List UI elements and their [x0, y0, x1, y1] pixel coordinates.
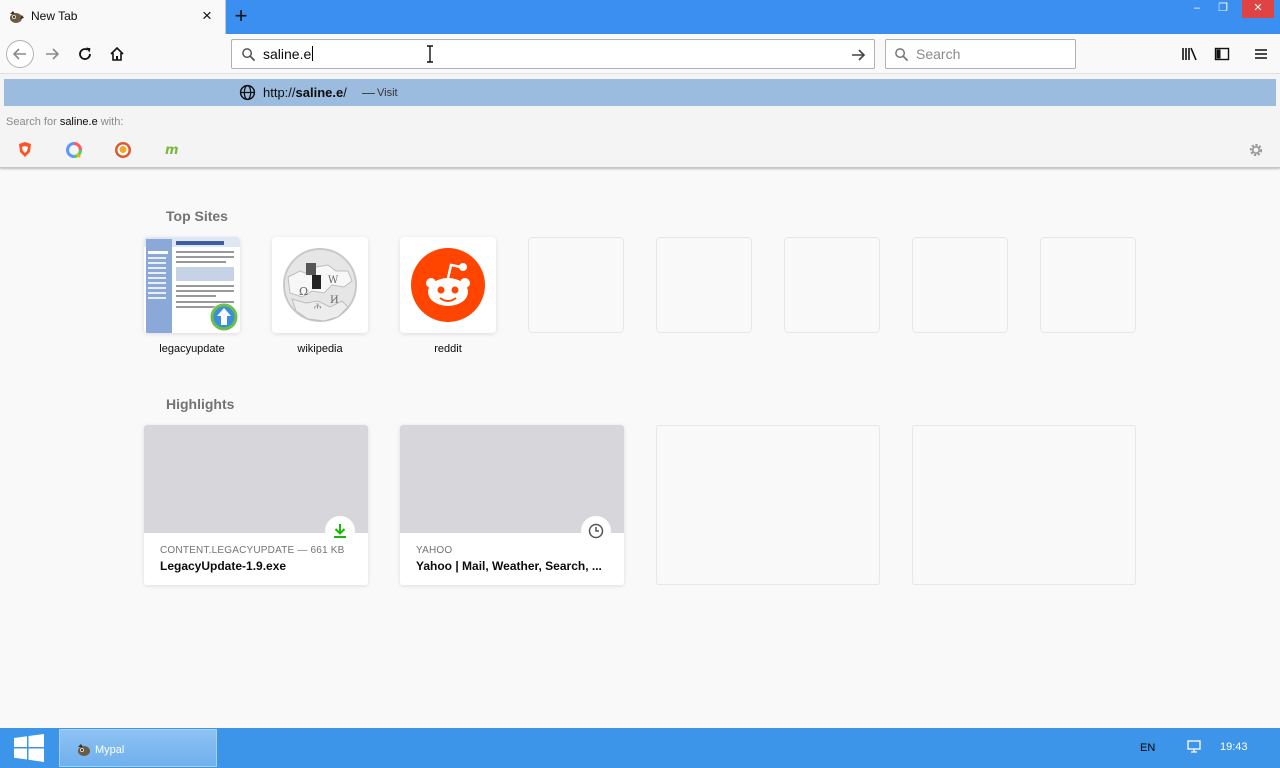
mypal-favicon-icon [10, 11, 24, 23]
maximize-button[interactable]: ❐ [1210, 0, 1236, 18]
svg-text:И: И [330, 295, 339, 306]
highlight-card[interactable]: CONTENT.LEGACYUPDATE — 661 KB LegacyUpda… [144, 425, 368, 585]
empty-highlight-slot [912, 425, 1136, 585]
library-button[interactable] [1176, 40, 1204, 68]
wikipedia-globe-icon: Ω W И ሕ [272, 237, 368, 333]
empty-top-site-slot [528, 237, 624, 333]
text-cursor-icon [427, 45, 433, 63]
language-indicator[interactable]: EN [1140, 742, 1155, 754]
network-icon[interactable] [1186, 740, 1202, 754]
legacyupdate-screenshot-icon [144, 237, 240, 333]
history-clock-icon [588, 523, 604, 539]
search-icon [895, 48, 909, 62]
url-bar[interactable]: saline.e [231, 39, 875, 69]
mojeek-search-engine-icon[interactable]: m [163, 141, 181, 159]
search-bar[interactable] [885, 39, 1076, 69]
globe-icon [239, 84, 256, 101]
empty-highlight-slot [656, 425, 880, 585]
taskbar-app-mypal[interactable]: Mypal [59, 729, 217, 767]
top-site-tile[interactable] [400, 237, 496, 333]
close-window-button[interactable]: ✕ [1242, 0, 1274, 18]
new-tab-button[interactable]: + [230, 5, 252, 28]
highlight-card[interactable]: YAHOO Yahoo | Mail, Weather, Search, ... [400, 425, 624, 585]
reload-icon [79, 47, 91, 60]
suggestion-action: Visit [377, 87, 398, 99]
system-clock[interactable]: 19:43 [1220, 741, 1248, 753]
empty-top-site-slot [912, 237, 1008, 333]
tab-close-icon[interactable]: × [199, 7, 215, 24]
svg-text:m: m [165, 143, 179, 158]
minimize-button[interactable]: – [1184, 0, 1210, 18]
highlight-title: Yahoo | Mail, Weather, Search, ... [416, 559, 602, 573]
sidebar-icon [1214, 47, 1230, 61]
duckduckgo-search-engine-icon[interactable] [114, 141, 132, 159]
brave-search-engine-icon[interactable] [16, 141, 34, 159]
reload-button[interactable] [71, 40, 99, 68]
sidebar-button[interactable] [1208, 40, 1236, 68]
library-icon [1182, 47, 1197, 61]
go-arrow-icon[interactable] [850, 47, 866, 63]
menu-button[interactable] [1247, 40, 1275, 68]
url-autocomplete-popup: http://saline.e/ — Visit Search for sali… [0, 75, 1280, 168]
top-site-label[interactable]: reddit [400, 343, 496, 355]
qwant-search-engine-icon[interactable] [65, 141, 83, 159]
highlights-heading: Highlights [166, 396, 235, 412]
empty-top-site-slot [656, 237, 752, 333]
url-input-text[interactable]: saline.e [263, 46, 314, 62]
top-site-tile[interactable]: Ω W И ሕ [272, 237, 368, 333]
tab-new-tab[interactable]: New Tab × [0, 0, 226, 34]
top-site-tile[interactable] [144, 237, 240, 333]
svg-text:ሕ: ሕ [314, 302, 321, 312]
download-icon [334, 524, 346, 538]
search-icon [242, 48, 256, 62]
reddit-alien-icon [400, 237, 496, 333]
suggestion-url: http://saline.e/ [263, 85, 347, 100]
windows-taskbar: Mypal EN 19:43 [0, 728, 1280, 768]
svg-text:Ω: Ω [299, 285, 308, 298]
highlight-title: LegacyUpdate-1.9.exe [160, 559, 287, 573]
title-bar: New Tab × + – ❐ ✕ [0, 0, 1280, 34]
gear-icon[interactable] [1247, 141, 1265, 159]
search-input[interactable] [916, 46, 1066, 62]
back-button[interactable] [6, 40, 34, 68]
svg-text:W: W [328, 275, 339, 286]
empty-top-site-slot [784, 237, 880, 333]
taskbar-app-label: Mypal [95, 744, 125, 756]
forward-arrow-icon [46, 48, 60, 60]
highlight-badge [581, 516, 611, 546]
back-arrow-icon [12, 48, 26, 60]
home-icon [110, 46, 124, 61]
forward-button[interactable] [38, 40, 66, 68]
highlight-source: CONTENT.LEGACYUPDATE — 661 KB [160, 545, 345, 556]
highlight-source: YAHOO [416, 545, 453, 556]
windows-start-icon[interactable] [10, 733, 48, 763]
home-button[interactable] [103, 40, 131, 68]
suggestion-row[interactable]: http://saline.e/ — Visit [4, 79, 1276, 106]
top-site-label[interactable]: wikipedia [272, 343, 368, 355]
hamburger-menu-icon [1255, 49, 1267, 59]
top-site-label[interactable]: legacyupdate [144, 343, 240, 355]
tab-title: New Tab [31, 9, 78, 23]
navigation-toolbar: saline.e [0, 34, 1280, 74]
suggestion-separator: — [362, 85, 375, 100]
empty-top-site-slot [1040, 237, 1136, 333]
top-sites-heading: Top Sites [166, 208, 228, 224]
search-with-label: Search for saline.e with: [6, 116, 124, 128]
mypal-app-icon [78, 744, 90, 756]
highlight-badge [325, 516, 355, 546]
